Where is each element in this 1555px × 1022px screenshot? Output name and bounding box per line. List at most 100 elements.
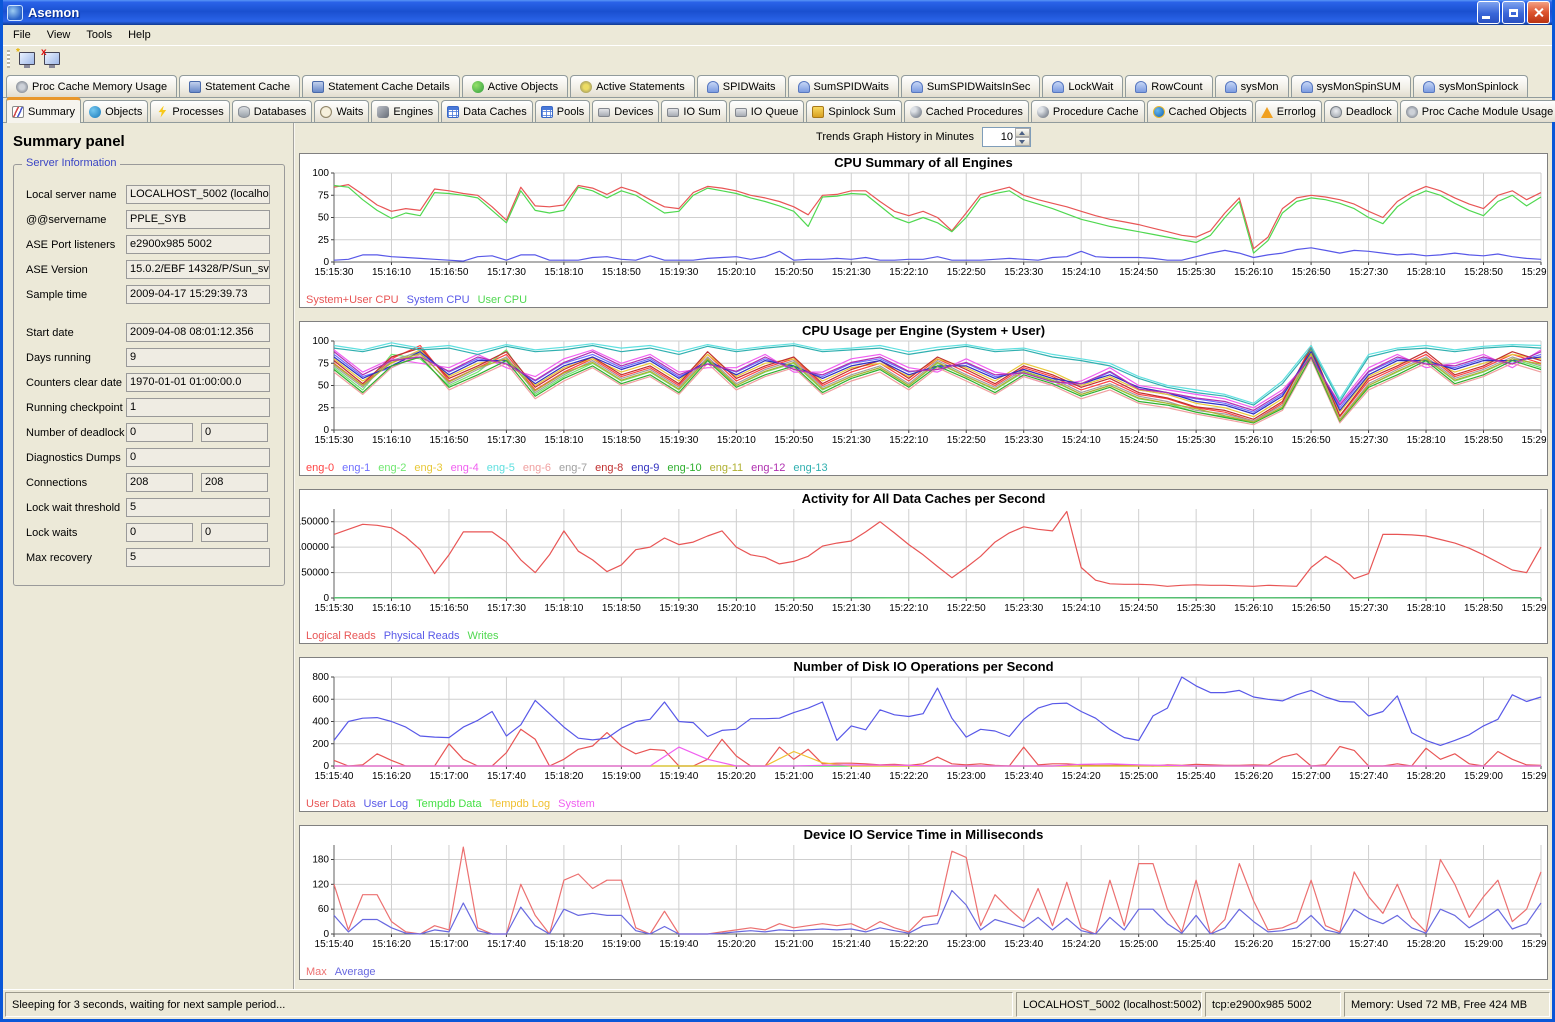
field-value-counters-clear-date[interactable]: 1970-01-01 01:00:00.0 [126,373,270,392]
legend-item-system-user-cpu: System+User CPU [306,294,399,306]
arrow-down-icon [1019,140,1025,144]
svg-text:15:17:30: 15:17:30 [487,435,526,446]
field-value-max-recovery[interactable]: 5 [126,548,270,567]
menu-bar: FileViewToolsHelp [3,25,1552,45]
title-bar[interactable]: Asemon [3,0,1552,25]
tab-active-statements[interactable]: Active Statements [570,75,695,97]
panel-title: Summary panel [13,133,293,150]
tab-data-caches[interactable]: Data Caches [441,100,533,122]
summary-side-panel: Summary panel Server Information Local s… [3,123,295,989]
field-label: Running checkpoint [26,402,126,414]
tab-lockwait[interactable]: LockWait [1042,75,1123,97]
tab-statement-cache[interactable]: Statement Cache [179,75,300,97]
svg-text:15:24:50: 15:24:50 [1119,603,1158,614]
tab-processes[interactable]: Processes [150,100,229,122]
svg-text:15:21:00: 15:21:00 [774,939,813,950]
svg-text:15:27:30: 15:27:30 [1349,603,1388,614]
svg-text:15:19:00: 15:19:00 [602,939,641,950]
app-icon [7,5,23,21]
field-value-local-server-name[interactable]: LOCALHOST_5002 (localhost: [126,185,270,204]
person-icon [1301,81,1313,93]
menu-file[interactable]: File [5,27,39,43]
field-value-days-running[interactable]: 9 [126,348,270,367]
field-value-start-date[interactable]: 2009-04-08 08:01:12.356 [126,323,270,342]
minimize-icon [1482,16,1490,19]
close-button[interactable] [1527,1,1550,24]
legend-item-writes: Writes [468,630,499,642]
field-value-sample-time[interactable]: 2009-04-17 15:29:39.73 [126,285,270,304]
field-value-connections[interactable]: 208 [201,473,268,492]
spinner-up-button[interactable] [1015,128,1030,137]
menu-help[interactable]: Help [120,27,159,43]
status-memory: Memory: Used 72 MB, Free 424 MB [1344,992,1550,1017]
field-value-ase-port-listeners[interactable]: e2900x985 5002 [126,235,270,254]
field-value-running-checkpoint[interactable]: 1 [126,398,270,417]
menu-tools[interactable]: Tools [78,27,120,43]
svg-text:15:24:20: 15:24:20 [1062,939,1101,950]
tab-io-sum[interactable]: IO Sum [661,100,726,122]
field-row-lock-waits: Lock waits00 [26,523,276,542]
tab-pools[interactable]: Pools [535,100,591,122]
field-value-connections[interactable]: 208 [126,473,193,492]
svg-text:15:22:50: 15:22:50 [947,435,986,446]
tab-sumspidwaits[interactable]: SumSPIDWaits [788,75,899,97]
field-value-lock-waits[interactable]: 0 [201,523,268,542]
tab-proc-cache-memory-usage[interactable]: Proc Cache Memory Usage [6,75,177,97]
tab-sysmonspinlock[interactable]: sysMonSpinlock [1413,75,1528,97]
svg-text:15:25:30: 15:25:30 [1177,435,1216,446]
tab-active-objects[interactable]: Active Objects [462,75,568,97]
tab-deadlock[interactable]: Deadlock [1324,100,1398,122]
maximize-icon [1509,9,1518,17]
tab-label: Deadlock [1346,106,1392,118]
tab-sysmonspinsum[interactable]: sysMonSpinSUM [1291,75,1411,97]
tab-procedure-cache[interactable]: Procedure Cache [1031,100,1145,122]
tab-engines[interactable]: Engines [371,100,439,122]
field-value-number-of-deadlock[interactable]: 0 [126,423,193,442]
trends-history-input[interactable] [983,128,1015,146]
svg-text:15:29:30: 15:29:30 [1522,603,1547,614]
svg-text:15:19:40: 15:19:40 [659,939,698,950]
svg-text:15:24:10: 15:24:10 [1062,435,1101,446]
field-value-lock-wait-threshold[interactable]: 5 [126,498,270,517]
person-icon [1135,81,1147,93]
field-value-servername[interactable]: PPLE_SYB [126,210,270,229]
group-title: Server Information [22,157,120,169]
field-value-number-of-deadlock[interactable]: 0 [201,423,268,442]
toolbar-grip [7,50,10,68]
tab-statement-cache-details[interactable]: Statement Cache Details [302,75,460,97]
connect-server-button[interactable]: * [15,48,38,70]
tab-rowcount[interactable]: RowCount [1125,75,1212,97]
tab-label: Cached Procedures [926,106,1023,118]
tab-io-queue[interactable]: IO Queue [729,100,805,122]
disconnect-server-button[interactable]: x [40,48,63,70]
tab-waits[interactable]: Waits [314,100,369,122]
tab-objects[interactable]: Objects [83,100,148,122]
legend-item-logical-reads: Logical Reads [306,630,376,642]
field-row-local-server-name: Local server nameLOCALHOST_5002 (localho… [26,185,276,204]
tab-summary[interactable]: Summary [6,97,81,123]
tab-devices[interactable]: Devices [592,100,659,122]
legend-item-average: Average [335,966,376,978]
tab-cached-procedures[interactable]: Cached Procedures [904,100,1029,122]
svg-text:15:22:10: 15:22:10 [889,267,928,278]
tab-proc-cache-module-usage[interactable]: Proc Cache Module Usage [1400,100,1555,122]
tab-databases[interactable]: Databases [232,100,313,122]
field-value-ase-version[interactable]: 15.0.2/EBF 14328/P/Sun_svr [126,260,270,279]
maximize-button[interactable] [1502,1,1525,24]
tab-spinlock-sum[interactable]: Spinlock Sum [806,100,901,122]
table-icon [541,106,553,118]
tab-label: Data Caches [463,106,527,118]
tab-errorlog[interactable]: Errorlog [1255,100,1322,122]
svg-text:15:23:40: 15:23:40 [1004,939,1043,950]
tab-sysmon[interactable]: sysMon [1215,75,1289,97]
spinner-down-button[interactable] [1015,137,1030,146]
menu-view[interactable]: View [39,27,79,43]
minimize-button[interactable] [1477,1,1500,24]
tab-sumspidwaitsinsec[interactable]: SumSPIDWaitsInSec [901,75,1041,97]
field-row-lock-wait-threshold: Lock wait threshold5 [26,498,276,517]
trends-history-control: Trends Graph History in Minutes [299,126,1548,148]
field-value-lock-waits[interactable]: 0 [126,523,193,542]
tab-spidwaits[interactable]: SPIDWaits [697,75,786,97]
tab-cached-objects[interactable]: Cached Objects [1147,100,1253,122]
field-value-diagnostics-dumps[interactable]: 0 [126,448,270,467]
